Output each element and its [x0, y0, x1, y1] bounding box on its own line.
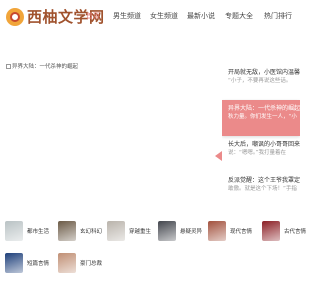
category-label: 玄幻科幻 [80, 229, 103, 235]
orange-logo-icon[interactable] [6, 8, 24, 26]
category-label: 穿越重生 [129, 229, 152, 235]
category-ceo[interactable]: 豪门总裁 [58, 253, 102, 273]
featured-list: 开局就无敌，小医馆内温馨 “小子，不要再说这些话。 异界大陆：一代杀神的崛起 秋… [222, 60, 300, 240]
hero-image[interactable]: 异界大陆：一代杀神的崛起 [6, 62, 219, 212]
category-thumb [58, 221, 76, 241]
category-mystery[interactable]: 悬疑灵异 [158, 221, 202, 241]
site-header: 西柚文学网 首页 男生频道 女生频道 最新小说 专题大全 热门排行 [0, 0, 300, 36]
nav-item-male[interactable]: 男生频道 [113, 11, 141, 21]
nav-item-female[interactable]: 女生频道 [150, 11, 178, 21]
category-thumb [158, 221, 176, 241]
list-item[interactable]: 开局就无敌，小医馆内温馨 “小子，不要再说这些话。 [222, 64, 300, 100]
list-item-subtitle: 说：“嗯嗯。”我打量着在 [228, 150, 286, 156]
list-item-subtitle: “小子，不要再说这些话。 [228, 78, 292, 84]
category-thumb [5, 253, 23, 273]
nav-item-latest[interactable]: 最新小说 [187, 11, 215, 21]
category-thumb [5, 221, 23, 241]
list-item-title: 异界大陆：一代杀神的崛起 [228, 105, 300, 112]
category-label: 短篇言情 [27, 261, 50, 267]
list-item-title: 长大后，嘲讽的小哥哥回来 [228, 141, 300, 148]
category-ancient-romance[interactable]: 古代言情 [262, 221, 306, 241]
category-thumb [107, 221, 125, 241]
category-thumb [262, 221, 280, 241]
category-label: 豪门总裁 [80, 261, 103, 267]
category-label: 古代言情 [284, 229, 307, 235]
nav-item-ranking[interactable]: 热门排行 [264, 11, 292, 21]
category-fantasy[interactable]: 玄幻科幻 [58, 221, 102, 241]
category-rebirth[interactable]: 穿越重生 [107, 221, 151, 241]
broken-image-icon: 异界大陆：一代杀神的崛起 [6, 62, 78, 70]
category-label: 悬疑灵异 [180, 229, 203, 235]
category-grid: 都市生活 玄幻科幻 穿越重生 悬疑灵异 现代言情 古代言情 短篇言情 豪门总裁 [0, 218, 306, 278]
category-label: 都市生活 [27, 229, 50, 235]
main-nav: 首页 男生频道 女生频道 最新小说 专题大全 热门排行 [78, 11, 300, 27]
category-short-romance[interactable]: 短篇言情 [5, 253, 49, 273]
featured-panel: 异界大陆：一代杀神的崛起 开局就无敌，小医馆内温馨 “小子，不要再说这些话。 异… [0, 40, 300, 220]
nav-item-topics[interactable]: 专题大全 [225, 11, 253, 21]
selected-pointer-arrow [215, 151, 222, 161]
category-thumb [58, 253, 76, 273]
category-modern-romance[interactable]: 现代言情 [208, 221, 252, 241]
hero-alt-text: 异界大陆：一代杀神的崛起 [12, 64, 79, 70]
page-footer-spacer [0, 286, 300, 300]
list-item-selected[interactable]: 异界大陆：一代杀神的崛起 秋力量。你们发生一人，“小 [222, 100, 300, 136]
list-item[interactable]: 长大后，嘲讽的小哥哥回来 说：“嗯嗯。”我打量着在 [222, 136, 300, 172]
category-urban[interactable]: 都市生活 [5, 221, 49, 241]
nav-item-home[interactable]: 首页 [86, 11, 100, 21]
category-thumb [208, 221, 226, 241]
list-item-subtitle: 秋力量。你们发生一人，“小 [228, 114, 297, 120]
list-item-title: 反派觉醒：这个王爷我罩定 [228, 177, 300, 184]
list-item[interactable]: 反派觉醒：这个王爷我罩定 敢傲。就是这个下场！”手指 [222, 172, 300, 208]
category-label: 现代言情 [230, 229, 253, 235]
list-item-title: 开局就无敌，小医馆内温馨 [228, 69, 300, 76]
list-item-subtitle: 敢傲。就是这个下场！”手指 [228, 186, 297, 192]
